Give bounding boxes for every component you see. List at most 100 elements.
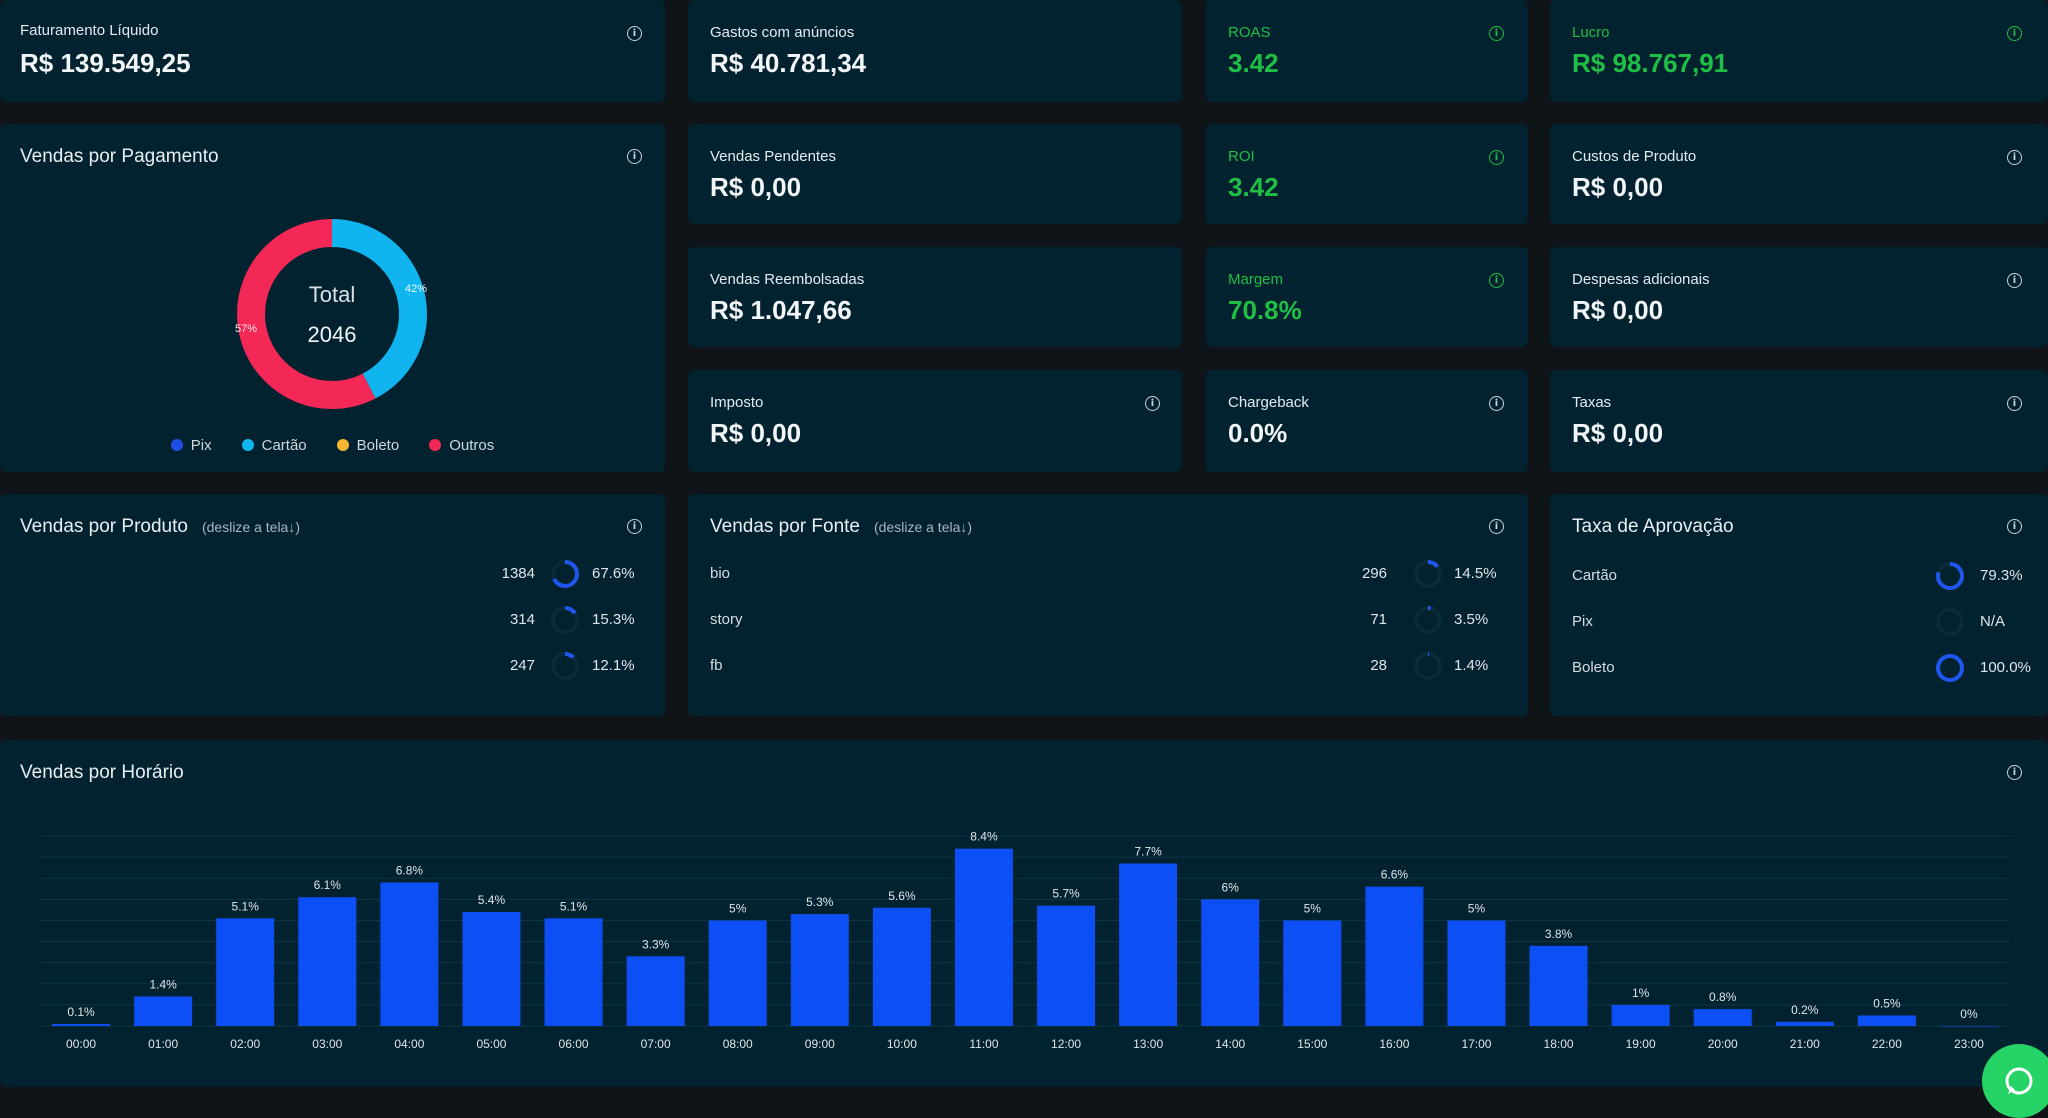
bar-value-label: 0% xyxy=(1960,1007,1978,1021)
bar-value-label: 6.1% xyxy=(314,878,342,892)
approval-pct: 100.0% xyxy=(1980,659,2031,676)
bar[interactable] xyxy=(1201,899,1260,1026)
scroll-hint: (deslize a tela↓) xyxy=(202,519,300,535)
scroll-hint: (deslize a tela↓) xyxy=(874,519,972,535)
source-count: 296 xyxy=(1361,565,1387,582)
bar-value-label: 5.4% xyxy=(478,893,506,907)
product-pct: 15.3% xyxy=(592,611,635,628)
kpi-value: R$ 0,00 xyxy=(710,418,802,448)
kpi-label: Chargeback xyxy=(1228,394,1309,411)
bar[interactable] xyxy=(1119,863,1178,1026)
kpi-value: R$ 0,00 xyxy=(1572,295,1664,325)
x-tick-label: 10:00 xyxy=(887,1037,917,1051)
ring-track xyxy=(1414,606,1442,634)
bar[interactable] xyxy=(708,920,767,1026)
info-icon[interactable]: i xyxy=(2007,273,2022,288)
info-icon[interactable]: i xyxy=(1489,150,1504,165)
kpi-value: R$ 40.781,34 xyxy=(710,48,867,78)
bar[interactable] xyxy=(1857,1015,1916,1026)
source-pct: 1.4% xyxy=(1454,657,1489,674)
bar[interactable] xyxy=(1775,1021,1834,1026)
aprovacao-panel: Taxa de Aprovação i Cartão 79.3% Pix N/A Bol… xyxy=(1550,494,2048,716)
bar[interactable] xyxy=(626,956,685,1026)
kpi-chargeback: Chargeback 0.0% i xyxy=(1206,370,1528,472)
progress-ring xyxy=(1936,562,1964,590)
bar[interactable] xyxy=(872,907,931,1026)
kpi-roas: ROAS 3.42 i xyxy=(1206,0,1528,102)
arrow-down-icon: ↓) xyxy=(288,519,301,535)
kpi-label: ROAS xyxy=(1228,24,1271,41)
x-tick-label: 01:00 xyxy=(148,1037,178,1051)
fonte-panel: Vendas por Fonte (deslize a tela↓) i bio 2… xyxy=(688,494,1528,716)
kpi-value: 70.8% xyxy=(1228,295,1302,325)
info-icon[interactable]: i xyxy=(2007,519,2022,534)
legend-item-cartao[interactable]: Cartão xyxy=(241,437,307,454)
approval-method: Pix xyxy=(1572,613,1593,630)
bar[interactable] xyxy=(1939,1026,1998,1027)
bar[interactable] xyxy=(1037,905,1096,1026)
info-icon[interactable]: i xyxy=(1489,26,1504,41)
info-icon[interactable]: i xyxy=(2007,26,2022,41)
x-tick-label: 20:00 xyxy=(1708,1037,1738,1051)
info-icon[interactable]: i xyxy=(1489,396,1504,411)
approval-method: Cartão xyxy=(1572,567,1618,584)
donut-total-value: 2046 xyxy=(308,322,357,347)
arrow-down-icon: ↓) xyxy=(960,519,973,535)
bar-value-label: 1.4% xyxy=(149,977,177,991)
info-icon[interactable]: i xyxy=(1145,396,1160,411)
bar[interactable] xyxy=(1693,1009,1752,1026)
bar[interactable] xyxy=(1283,920,1342,1026)
kpi-imposto: Imposto R$ 0,00 i xyxy=(688,370,1182,472)
bar[interactable] xyxy=(462,912,521,1026)
info-icon[interactable]: i xyxy=(2007,150,2022,165)
bar[interactable] xyxy=(134,996,193,1026)
legend-item-outros[interactable]: Outros xyxy=(429,437,494,454)
info-icon[interactable]: i xyxy=(2007,396,2022,411)
bar[interactable] xyxy=(1365,886,1424,1026)
bar-value-label: 6.8% xyxy=(396,863,424,877)
legend-item-boleto[interactable]: Boleto xyxy=(336,437,399,454)
bar-value-label: 5% xyxy=(729,901,747,915)
product-count: 1384 xyxy=(501,565,535,582)
bar[interactable] xyxy=(1529,945,1588,1026)
bar[interactable] xyxy=(52,1023,111,1026)
info-icon[interactable]: i xyxy=(1489,519,1504,534)
source-name: story xyxy=(710,611,743,628)
product-pct: 67.6% xyxy=(592,565,635,582)
whatsapp-icon xyxy=(2005,1067,2033,1095)
bar-value-label: 0.2% xyxy=(1791,1003,1819,1017)
source-pct: 14.5% xyxy=(1454,565,1497,582)
kpi-value: R$ 0,00 xyxy=(1572,172,1664,202)
info-icon[interactable]: i xyxy=(627,26,642,41)
bar[interactable] xyxy=(216,918,275,1026)
bar-value-label: 6.6% xyxy=(1381,868,1409,882)
kpi-faturamento: Faturamento Líquido R$ 139.549,25 i xyxy=(0,0,665,102)
x-tick-label: 04:00 xyxy=(394,1037,424,1051)
ring-track xyxy=(1936,608,1964,636)
donut-label-outros: 57% xyxy=(235,323,257,335)
info-icon[interactable]: i xyxy=(1489,273,1504,288)
bar-chart: 0.1% 00:00 1.4% 01:00 5.1% 02:00 6.1% 03:00 6.8%… xyxy=(40,830,2010,1051)
bar[interactable] xyxy=(954,848,1013,1026)
info-icon[interactable]: i xyxy=(627,149,642,164)
bar[interactable] xyxy=(544,918,603,1026)
scroll-hint-text: (deslize a tela xyxy=(201,519,289,535)
x-tick-label: 12:00 xyxy=(1051,1037,1081,1051)
bar-value-label: 5% xyxy=(1468,901,1486,915)
bar[interactable] xyxy=(380,882,439,1026)
kpi-lucro: Lucro R$ 98.767,91 i xyxy=(1550,0,2048,102)
x-tick-label: 21:00 xyxy=(1790,1037,1820,1051)
info-icon[interactable]: i xyxy=(627,519,642,534)
fonte-title: Vendas por Fonte (deslize a tela↓) xyxy=(710,516,972,538)
kpi-despesas: Despesas adicionais R$ 0,00 i xyxy=(1550,247,2048,347)
bar[interactable] xyxy=(1447,920,1506,1026)
bar[interactable] xyxy=(1611,1004,1670,1026)
bar[interactable] xyxy=(298,897,357,1026)
legend-item-pix[interactable]: Pix xyxy=(170,437,212,454)
approval-pct: N/A xyxy=(1980,613,2006,630)
x-tick-label: 19:00 xyxy=(1626,1037,1656,1051)
bar[interactable] xyxy=(790,914,849,1026)
x-tick-label: 00:00 xyxy=(66,1037,96,1051)
bar-value-label: 0.1% xyxy=(67,1005,95,1019)
legend-dot xyxy=(336,439,349,451)
